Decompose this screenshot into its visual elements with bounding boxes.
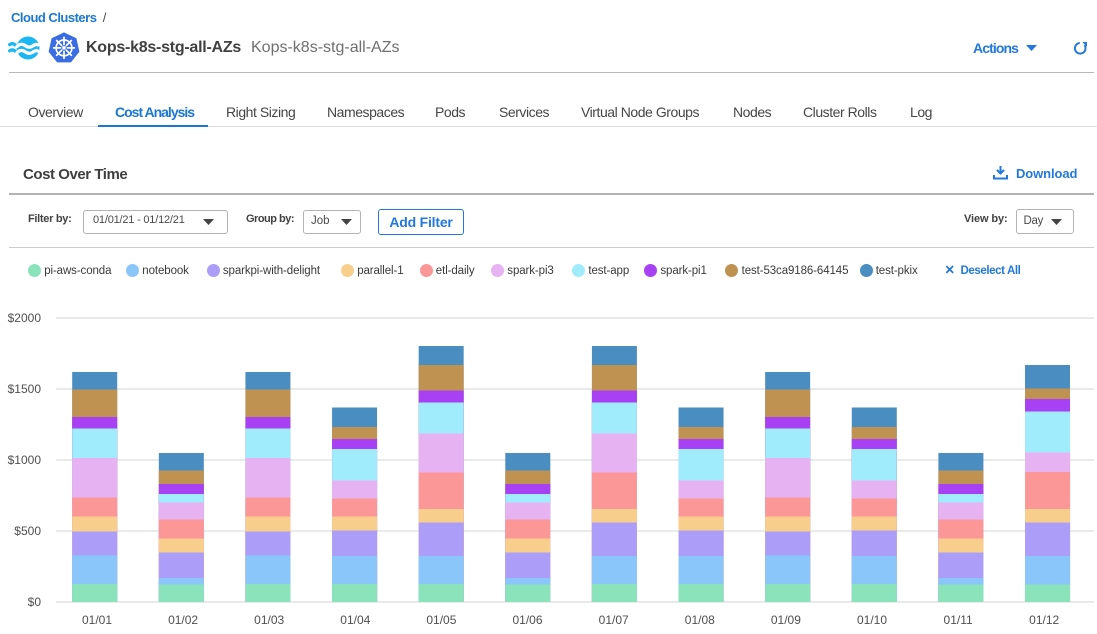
svg-text:$1000: $1000 (8, 453, 42, 467)
svg-text:$1500: $1500 (8, 382, 42, 396)
svg-text:01/04: 01/04 (340, 613, 370, 627)
svg-text:01/12: 01/12 (1029, 613, 1059, 627)
svg-text:01/05: 01/05 (426, 613, 456, 627)
svg-text:01/03: 01/03 (254, 613, 284, 627)
svg-text:01/08: 01/08 (685, 613, 715, 627)
svg-text:01/01: 01/01 (82, 613, 112, 627)
svg-text:01/06: 01/06 (512, 613, 542, 627)
svg-text:01/09: 01/09 (771, 613, 801, 627)
svg-text:01/02: 01/02 (168, 613, 198, 627)
svg-text:$500: $500 (14, 524, 41, 538)
svg-text:$0: $0 (28, 595, 42, 609)
svg-text:$2000: $2000 (8, 311, 42, 325)
svg-text:01/07: 01/07 (599, 613, 629, 627)
svg-text:01/11: 01/11 (944, 613, 973, 627)
svg-text:01/10: 01/10 (857, 613, 887, 627)
